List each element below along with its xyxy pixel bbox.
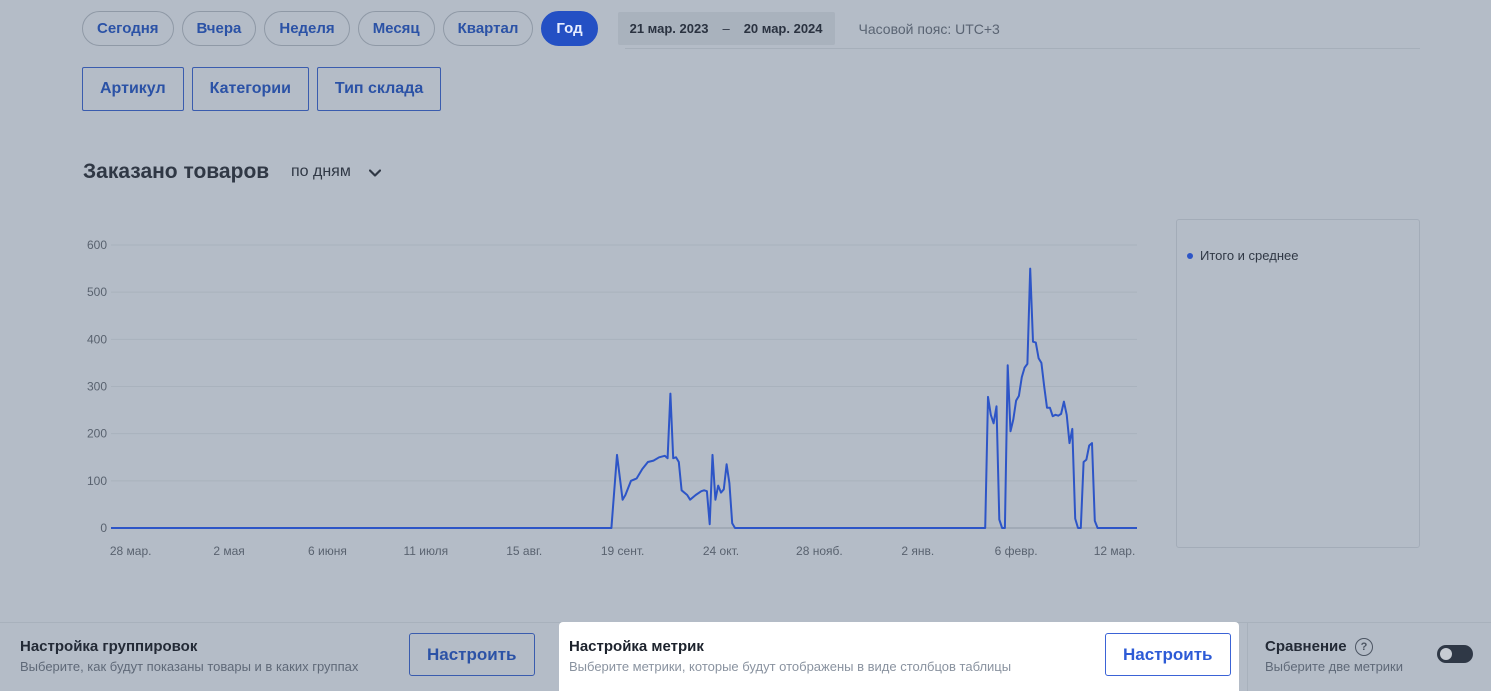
x-tick-label: 15 авг. <box>506 544 542 558</box>
x-tick-label: 2 мая <box>213 544 244 558</box>
grouping-settings-title: Настройка группировок <box>20 638 198 655</box>
footer-separator <box>1247 622 1248 691</box>
comparison-subtitle: Выберите две метрики <box>1265 659 1404 674</box>
y-tick-label: 600 <box>87 238 107 252</box>
x-tick-label: 2 янв. <box>901 544 934 558</box>
metrics-settings-title: Настройка метрик <box>569 638 704 655</box>
grouping-settings-subtitle: Выберите, как будут показаны товары и в … <box>20 659 359 674</box>
chart-legend: Итого и среднее <box>1176 219 1420 548</box>
comparison-title: Сравнение <box>1265 638 1347 655</box>
y-tick-label: 300 <box>87 380 107 394</box>
toggle-knob <box>1440 648 1452 660</box>
legend-item[interactable]: Итого и среднее <box>1187 248 1298 263</box>
y-tick-label: 400 <box>87 332 107 346</box>
question-circle-icon[interactable]: ? <box>1355 638 1373 656</box>
y-tick-label: 500 <box>87 285 107 299</box>
y-tick-label: 100 <box>87 474 107 488</box>
x-tick-label: 28 нояб. <box>796 544 843 558</box>
comparison-toggle[interactable] <box>1437 645 1473 663</box>
x-tick-label: 12 мар. <box>1094 544 1136 558</box>
x-tick-label: 6 февр. <box>995 544 1038 558</box>
x-tick-label: 19 сент. <box>601 544 644 558</box>
configure-grouping-button[interactable]: Настроить <box>409 633 535 676</box>
x-tick-label: 11 июля <box>403 544 448 558</box>
settings-footer: Настройка группировок Выберите, как буду… <box>0 622 1491 691</box>
x-tick-label: 24 окт. <box>703 544 739 558</box>
y-tick-label: 200 <box>87 427 107 441</box>
metrics-settings-card: Настройка метрик Выберите метрики, котор… <box>559 622 1239 691</box>
x-tick-label: 6 июня <box>308 544 347 558</box>
y-tick-label: 0 <box>100 521 107 535</box>
configure-metrics-button[interactable]: Настроить <box>1105 633 1231 676</box>
metrics-settings-subtitle: Выберите метрики, которые будут отображе… <box>569 659 1012 674</box>
x-tick-label: 28 мар. <box>110 544 152 558</box>
series-line <box>111 267 1137 529</box>
legend-label: Итого и среднее <box>1200 248 1299 263</box>
legend-dot-icon <box>1187 252 1193 259</box>
